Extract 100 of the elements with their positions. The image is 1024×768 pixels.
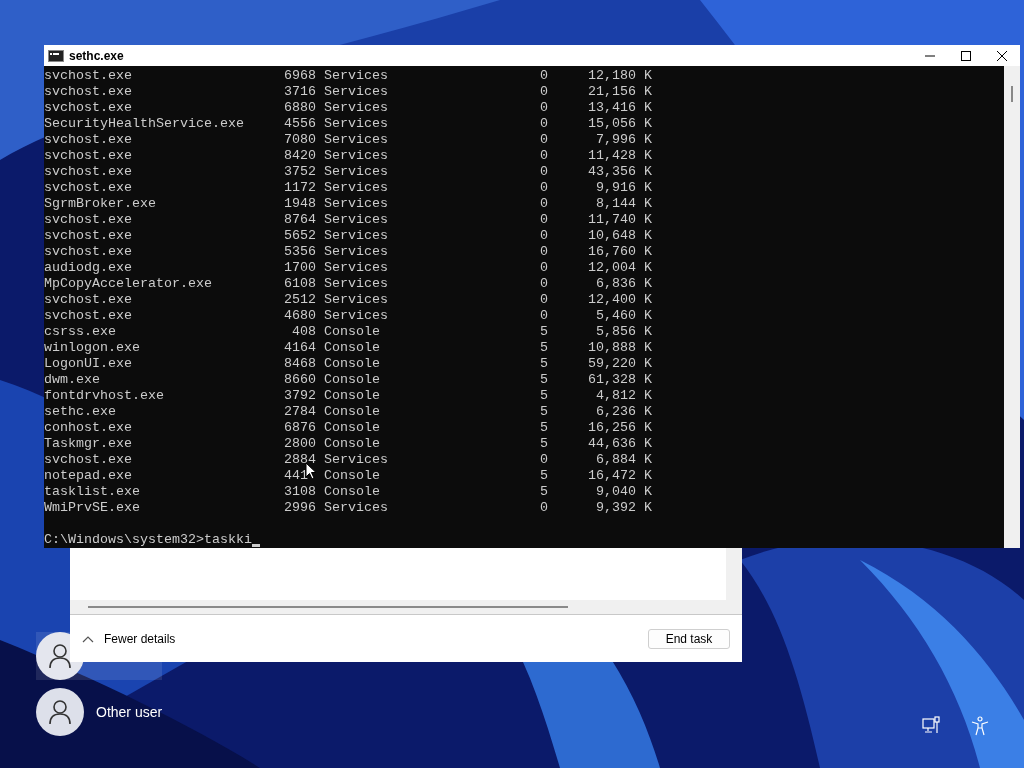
session-number: 0 [540,164,548,180]
image-name: Taskmgr.exe [44,436,132,452]
window-title: sethc.exe [69,47,124,65]
pid: 5356 [284,244,316,260]
memory-usage: 10,888 K [588,340,652,356]
session-name: Console [324,436,380,452]
session-number: 0 [540,500,548,516]
image-name: SecurityHealthService.exe [44,116,244,132]
session-name: Services [324,244,388,260]
pid: 2512 [284,292,316,308]
text-cursor [251,544,260,547]
memory-usage: 21,156 K [588,84,652,100]
pid: 6876 [284,420,316,436]
pid: 3716 [284,84,316,100]
session-name: Console [324,468,380,484]
pid: 6968 [284,68,316,84]
memory-usage: 6,836 K [596,276,652,292]
memory-usage: 7,996 K [596,132,652,148]
memory-usage: 5,856 K [596,324,652,340]
accessibility-icon[interactable] [971,716,989,736]
image-name: winlogon.exe [44,340,140,356]
pid: 1948 [284,196,316,212]
session-number: 0 [540,196,548,212]
end-task-button[interactable]: End task [648,628,730,649]
image-name: notepad.exe [44,468,132,484]
image-name: audiodg.exe [44,260,132,276]
session-number: 5 [540,484,548,500]
vertical-scrollbar[interactable] [1004,66,1020,548]
memory-usage: 44,636 K [588,436,652,452]
session-number: 5 [540,324,548,340]
session-number: 5 [540,340,548,356]
pid: 2784 [284,404,316,420]
session-name: Console [324,388,380,404]
session-name: Console [324,484,380,500]
session-number: 0 [540,180,548,196]
session-name: Services [324,212,388,228]
memory-usage: 9,040 K [596,484,652,500]
session-name: Services [324,196,388,212]
pid: 2884 [284,452,316,468]
session-name: Services [324,260,388,276]
pid: 4556 [284,116,316,132]
fewer-details-link[interactable]: Fewer details [104,629,176,648]
session-name: Services [324,164,388,180]
scrollbar-thumb[interactable] [88,606,568,608]
scrollbar-thumb[interactable] [1011,86,1013,102]
session-name: Console [324,340,380,356]
image-name: svchost.exe [44,84,132,100]
session-number: 0 [540,84,548,100]
session-number: 5 [540,356,548,372]
command-prompt[interactable]: C:\Windows\system32>taskki [44,532,252,548]
image-name: svchost.exe [44,148,132,164]
pid: 3792 [284,388,316,404]
image-name: dwm.exe [44,372,100,388]
session-number: 0 [540,148,548,164]
image-name: sethc.exe [44,404,116,420]
session-name: Services [324,116,388,132]
memory-usage: 61,328 K [588,372,652,388]
pid: 8468 [284,356,316,372]
session-number: 0 [540,132,548,148]
memory-usage: 16,256 K [588,420,652,436]
maximize-icon[interactable] [960,49,972,62]
close-icon[interactable] [996,49,1008,62]
image-name: svchost.exe [44,180,132,196]
image-name: svchost.exe [44,212,132,228]
memory-usage: 16,472 K [588,468,652,484]
image-name: svchost.exe [44,132,132,148]
pid: 4164 [284,340,316,356]
network-icon[interactable] [922,716,942,736]
session-name: Services [324,276,388,292]
image-name: fontdrvhost.exe [44,388,164,404]
session-name: Console [324,324,380,340]
memory-usage: 9,392 K [596,500,652,516]
session-name: Console [324,420,380,436]
user-name[interactable]: Other user [96,701,163,723]
image-name: svchost.exe [44,452,132,468]
image-name: LogonUI.exe [44,356,132,372]
image-name: svchost.exe [44,68,132,84]
memory-usage: 5,460 K [596,308,652,324]
chevron-up-icon[interactable] [82,634,94,643]
horizontal-scrollbar[interactable] [70,600,742,614]
pid: 6108 [284,276,316,292]
image-name: csrss.exe [44,324,116,340]
image-name: svchost.exe [44,292,132,308]
memory-usage: 12,400 K [588,292,652,308]
image-name: svchost.exe [44,100,132,116]
memory-usage: 15,056 K [588,116,652,132]
session-name: Services [324,292,388,308]
image-name: svchost.exe [44,228,132,244]
session-number: 0 [540,452,548,468]
image-name: conhost.exe [44,420,132,436]
pid: 5652 [284,228,316,244]
pid: 4680 [284,308,316,324]
pid: 3108 [284,484,316,500]
session-number: 0 [540,212,548,228]
memory-usage: 6,884 K [596,452,652,468]
memory-usage: 4,812 K [596,388,652,404]
memory-usage: 10,648 K [588,228,652,244]
vertical-scrollbar[interactable] [726,548,742,600]
session-number: 0 [540,68,548,84]
session-number: 5 [540,420,548,436]
